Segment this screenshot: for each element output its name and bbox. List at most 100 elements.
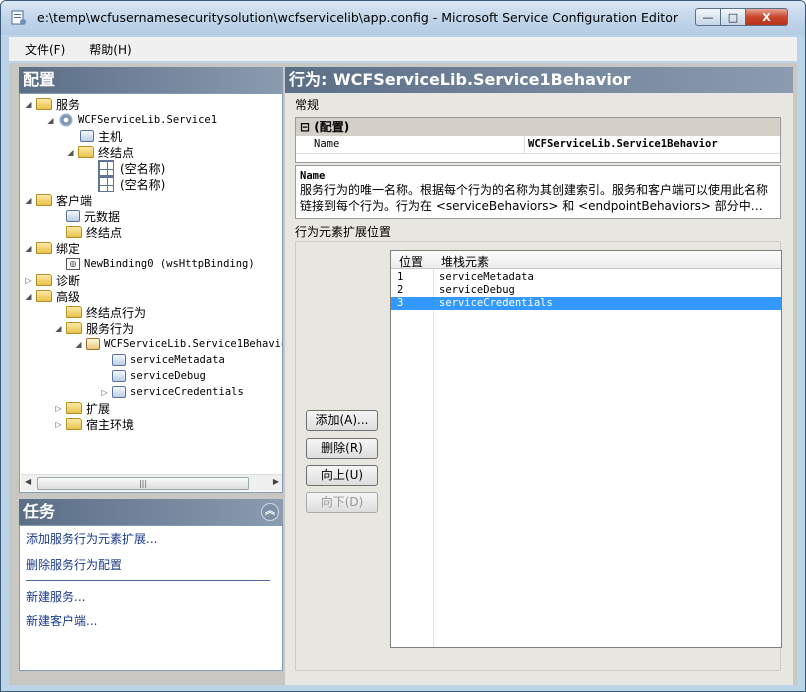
client-area: 配置 ◢ 服务 ◢ WCFServiceLib.Service1 主机 ◢ 终结点 (… [9, 63, 797, 685]
tree-node-endpoint-behaviors[interactable]: 终结点行为 [66, 304, 146, 320]
binding-icon: ◎ [66, 258, 80, 270]
collapse-icon[interactable]: ◢ [24, 292, 33, 301]
extension-position-group: 添加(A)... 删除(R) 向上(U) 向下(D) 位置 堆栈元素 1 serv… [295, 241, 782, 671]
menu-file[interactable]: 文件(F) [9, 41, 73, 58]
tree-node-client-endpoints[interactable]: 终结点 [66, 224, 122, 240]
tasks-panel: 添加服务行为元素扩展... 删除服务行为配置 新建服务... 新建客户端... [19, 525, 283, 671]
tree-node-servicecredentials[interactable]: ▷ serviceCredentials [100, 384, 244, 400]
tree-node-servicemetadata[interactable]: serviceMetadata [112, 352, 225, 368]
maximize-button[interactable]: □ [720, 8, 746, 26]
folder-icon [66, 306, 82, 318]
remove-button[interactable]: 删除(R) [306, 438, 378, 459]
expand-icon[interactable]: ▷ [54, 420, 63, 429]
tree-node-diagnostics[interactable]: ▷ 诊断 [24, 272, 80, 288]
tree-node-endpoint-1[interactable]: (空名称) [98, 160, 165, 176]
collapse-icon[interactable]: ◢ [54, 324, 63, 333]
close-button[interactable]: X [745, 8, 788, 26]
tree-node-metadata[interactable]: 元数据 [66, 208, 120, 224]
maximize-icon: □ [727, 10, 739, 24]
node-icon [80, 130, 94, 142]
folder-icon [36, 290, 52, 302]
behavior-panel: 常规 ⊟ (配置) Name WCFServiceLib.Service1Beh… [285, 93, 793, 685]
collapse-icon[interactable]: ◢ [24, 196, 33, 205]
property-category[interactable]: ⊟ (配置) [296, 118, 780, 136]
folder-icon [78, 146, 94, 158]
collapse-icon[interactable]: ◢ [24, 244, 33, 253]
node-icon [112, 370, 126, 382]
property-name-value[interactable]: WCFServiceLib.Service1Behavior [528, 138, 718, 150]
scroll-right-icon[interactable]: ▶ [273, 477, 279, 486]
collapse-icon[interactable]: ⊟ [300, 120, 314, 134]
expand-icon[interactable]: ▷ [24, 276, 33, 285]
collapse-icon[interactable]: ◢ [46, 116, 55, 125]
tree-node-endpoints[interactable]: ◢ 终结点 [66, 144, 134, 160]
folder-icon [66, 322, 82, 334]
tree-node-client[interactable]: ◢ 客户端 [24, 192, 92, 208]
node-icon [66, 210, 80, 222]
scroll-thumb[interactable]: ||| [37, 477, 249, 490]
tree-node-advanced[interactable]: ◢ 高级 [24, 288, 80, 304]
table-header: 位置 堆栈元素 [391, 251, 781, 269]
table-row[interactable]: 1 serviceMetadata [391, 271, 781, 284]
property-description: Name 服务行为的唯一名称。根据每个行为的名称为其创建索引。服务和客户端可以使… [295, 165, 781, 219]
collapse-icon[interactable]: ◢ [74, 340, 83, 349]
property-name-label: Name [314, 138, 340, 150]
tree-node-service-behaviors[interactable]: ◢ 服务行为 [54, 320, 134, 336]
folder-icon [66, 226, 82, 238]
folder-icon [36, 194, 52, 206]
tree-node-extensions[interactable]: ▷ 扩展 [54, 400, 110, 416]
minimize-button[interactable]: — [695, 8, 721, 26]
collapse-icon[interactable]: ◢ [66, 148, 75, 157]
tree-node-servicedebug[interactable]: serviceDebug [112, 368, 206, 384]
folder-icon [36, 98, 52, 110]
property-grid[interactable]: ⊟ (配置) Name WCFServiceLib.Service1Behavi… [295, 117, 781, 163]
task-divider [26, 580, 270, 581]
behavior-icon [86, 338, 100, 350]
endpoint-icon [98, 160, 114, 176]
tree-horizontal-scrollbar[interactable]: ◀ ||| ▶ [21, 474, 282, 491]
menu-help[interactable]: 帮助(H) [73, 41, 139, 58]
move-up-button[interactable]: 向上(U) [306, 465, 378, 486]
header-stack-element[interactable]: 堆栈元素 [441, 253, 489, 270]
tree-node-newbinding[interactable]: ◎ NewBinding0 (wsHttpBinding) [66, 256, 255, 272]
extension-stack-table[interactable]: 位置 堆栈元素 1 serviceMetadata 2 serviceDebug 3… [390, 250, 782, 648]
task-add-behavior-extension[interactable]: 添加服务行为元素扩展... [26, 530, 157, 547]
expand-icon[interactable]: ▷ [54, 404, 63, 413]
chevron-up-icon[interactable]: ︽ [261, 503, 279, 521]
general-section-label: 常规 [295, 98, 320, 112]
folder-icon [66, 402, 82, 414]
node-icon [112, 386, 126, 398]
collapse-icon[interactable]: ◢ [24, 100, 33, 109]
window-title: e:\temp\wcfusernamesecuritysolution\wcfs… [37, 10, 678, 25]
expand-icon[interactable]: ▷ [100, 388, 109, 397]
tree-node-endpoint-2[interactable]: (空名称) [98, 176, 165, 192]
tree-node-services[interactable]: ◢ 服务 [24, 96, 80, 112]
property-divider [524, 136, 525, 154]
header-position[interactable]: 位置 [399, 253, 423, 270]
move-down-button[interactable]: 向下(D) [306, 492, 378, 513]
config-tree[interactable]: ◢ 服务 ◢ WCFServiceLib.Service1 主机 ◢ 终结点 (空名称… [19, 93, 283, 493]
extension-position-label: 行为元素扩展位置 [295, 225, 392, 239]
description-title: Name [300, 170, 326, 182]
scroll-left-icon[interactable]: ◀ [25, 477, 31, 486]
table-row-selected[interactable]: 3 serviceCredentials [391, 297, 781, 310]
title-bar[interactable]: e:\temp\wcfusernamesecuritysolution\wcfs… [1, 1, 805, 35]
tree-node-bindings[interactable]: ◢ 绑定 [24, 240, 80, 256]
close-icon: X [762, 10, 771, 24]
tree-node-hosting[interactable]: ▷ 宿主环境 [54, 416, 134, 432]
property-row-name[interactable]: Name WCFServiceLib.Service1Behavior [296, 136, 780, 154]
service-gear-icon [58, 112, 74, 128]
task-new-client[interactable]: 新建客户端... [26, 612, 97, 629]
add-button[interactable]: 添加(A)... [306, 410, 378, 431]
table-row[interactable]: 2 serviceDebug [391, 284, 781, 297]
column-divider [433, 251, 434, 647]
app-icon [11, 10, 26, 25]
task-new-service[interactable]: 新建服务... [26, 588, 85, 605]
tree-node-service1behavior[interactable]: ◢ WCFServiceLib.Service1Behavior [74, 336, 282, 352]
folder-icon [36, 274, 52, 286]
task-delete-behavior-config[interactable]: 删除服务行为配置 [26, 556, 122, 573]
behavior-panel-title: 行为: WCFServiceLib.Service1Behavior [285, 67, 793, 93]
tree-node-host[interactable]: 主机 [80, 128, 122, 144]
tasks-panel-title: 任务 ︽ [19, 499, 283, 525]
tree-node-service1[interactable]: ◢ WCFServiceLib.Service1 [46, 112, 217, 128]
